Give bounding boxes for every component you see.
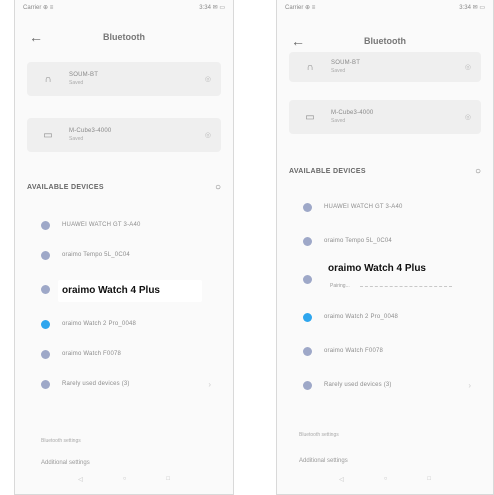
status-bar: Carrier ⊕ ≡ 3:34 ✉ ▭ [23, 4, 225, 14]
status-left: Carrier ⊕ ≡ [285, 5, 316, 11]
refresh-icon[interactable]: ○ [475, 166, 481, 177]
device-item[interactable]: oraimo Watch F0078 [27, 345, 221, 363]
paired-device-2[interactable]: ▭ M-Cube3-4000 Saved ◎ [27, 118, 221, 152]
headphones-icon: ∩ [44, 73, 52, 85]
device-settings-icon[interactable]: ◎ [465, 113, 471, 121]
paired-device-status: Saved [331, 68, 346, 74]
highlighted-device-name[interactable]: oraimo Watch 4 Plus [328, 263, 426, 274]
device-icon [41, 250, 50, 260]
highlighted-device-name[interactable]: oraimo Watch 4 Plus [62, 285, 160, 296]
nav-bar: ◁ ○ □ [277, 476, 493, 486]
page-title: Bluetooth [364, 36, 406, 46]
additional-settings[interactable]: Additional settings [299, 458, 348, 464]
status-bar: Carrier ⊕ ≡ 3:34 ✉ ▭ [285, 4, 485, 14]
right-phone-screen: Carrier ⊕ ≡ 3:34 ✉ ▭ ← Bluetooth ∩ SOUM-… [276, 0, 494, 495]
device-name: oraimo Watch F0078 [62, 351, 122, 357]
device-item[interactable]: oraimo Watch 2 Pro_0048 [289, 308, 481, 326]
device-item[interactable]: oraimo Watch 2 Pro_0048 [27, 315, 221, 333]
pairing-status: Pairing... [330, 283, 350, 289]
nav-home-icon[interactable]: ○ [384, 476, 388, 486]
device-icon [41, 379, 50, 389]
device-name: oraimo Tempo 5L_0C04 [324, 238, 392, 244]
pairing-progress [360, 286, 452, 287]
paired-device-status: Saved [69, 136, 84, 142]
chevron-right-icon: › [468, 380, 471, 390]
paired-device-status: Saved [331, 118, 346, 124]
device-icon [41, 284, 50, 294]
nav-recent-icon[interactable]: □ [166, 476, 170, 486]
refresh-icon[interactable]: ○ [215, 182, 221, 193]
nav-recent-icon[interactable]: □ [427, 476, 431, 486]
paired-device-name: SOUM-BT [69, 72, 99, 78]
device-icon [303, 346, 312, 356]
page-title: Bluetooth [103, 32, 145, 42]
paired-device-1[interactable]: ∩ SOUM-BT Saved ◎ [289, 52, 481, 82]
device-icon [303, 274, 312, 284]
nav-bar: ◁ ○ □ [15, 476, 233, 486]
device-name: HUAWEI WATCH GT 3-A40 [324, 204, 403, 210]
device-settings-icon[interactable]: ◎ [465, 63, 471, 71]
paired-device-1[interactable]: ∩ SOUM-BT Saved ◎ [27, 62, 221, 96]
device-icon [41, 349, 50, 359]
device-name: oraimo Tempo 5L_0C04 [62, 252, 130, 258]
device-item[interactable]: HUAWEI WATCH GT 3-A40 [289, 198, 481, 216]
device-item[interactable]: oraimo Watch F0078 [289, 342, 481, 360]
available-devices-label: AVAILABLE DEVICES [289, 167, 366, 175]
device-name: Rarely used devices (3) [62, 381, 130, 387]
device-icon [41, 319, 50, 329]
status-right: 3:34 ✉ ▭ [199, 5, 225, 11]
paired-device-2[interactable]: ▭ M-Cube3-4000 Saved ◎ [289, 100, 481, 134]
paired-device-name: SOUM-BT [331, 60, 361, 66]
device-settings-icon[interactable]: ◎ [205, 75, 211, 83]
paired-device-status: Saved [69, 80, 84, 86]
device-name: oraimo Watch F0078 [324, 348, 384, 354]
available-devices-header: AVAILABLE DEVICES ○ [27, 180, 221, 194]
nav-back-icon[interactable]: ◁ [339, 476, 344, 486]
device-icon [41, 220, 50, 230]
device-name: Rarely used devices (3) [324, 382, 392, 388]
car-icon: ▭ [305, 111, 315, 123]
header: ← Bluetooth [15, 26, 233, 48]
headphones-icon: ∩ [306, 61, 314, 73]
device-name: oraimo Watch 2 Pro_0048 [324, 314, 399, 320]
nav-back-icon[interactable]: ◁ [78, 476, 83, 486]
device-item[interactable]: oraimo Tempo 5L_0C04 [27, 246, 221, 264]
rarely-used-devices[interactable]: Rarely used devices (3) › [27, 375, 221, 393]
car-icon: ▭ [43, 129, 53, 141]
device-item[interactable]: HUAWEI WATCH GT 3-A40 [27, 216, 221, 234]
footer-caption: Bluetooth settings [41, 438, 81, 444]
nav-home-icon[interactable]: ○ [123, 476, 127, 486]
chevron-right-icon: › [208, 379, 211, 389]
left-phone-screen: Carrier ⊕ ≡ 3:34 ✉ ▭ ← Bluetooth ∩ SOUM-… [14, 0, 234, 495]
additional-settings[interactable]: Additional settings [41, 460, 90, 466]
device-name: HUAWEI WATCH GT 3-A40 [62, 222, 141, 228]
device-icon [303, 380, 312, 390]
available-devices-label: AVAILABLE DEVICES [27, 183, 104, 191]
header: ← Bluetooth [277, 30, 493, 52]
device-icon [303, 312, 312, 322]
footer-caption: Bluetooth settings [299, 432, 339, 438]
device-icon [303, 236, 312, 246]
available-devices-header: AVAILABLE DEVICES ○ [289, 164, 481, 178]
status-right: 3:34 ✉ ▭ [459, 5, 485, 11]
device-name: oraimo Watch 2 Pro_0048 [62, 321, 137, 327]
paired-device-name: M-Cube3-4000 [69, 128, 112, 134]
status-left: Carrier ⊕ ≡ [23, 5, 54, 11]
rarely-used-devices[interactable]: Rarely used devices (3) › [289, 376, 481, 394]
device-settings-icon[interactable]: ◎ [205, 131, 211, 139]
paired-device-name: M-Cube3-4000 [331, 110, 374, 116]
device-icon [303, 202, 312, 212]
device-item[interactable]: oraimo Tempo 5L_0C04 [289, 232, 481, 250]
